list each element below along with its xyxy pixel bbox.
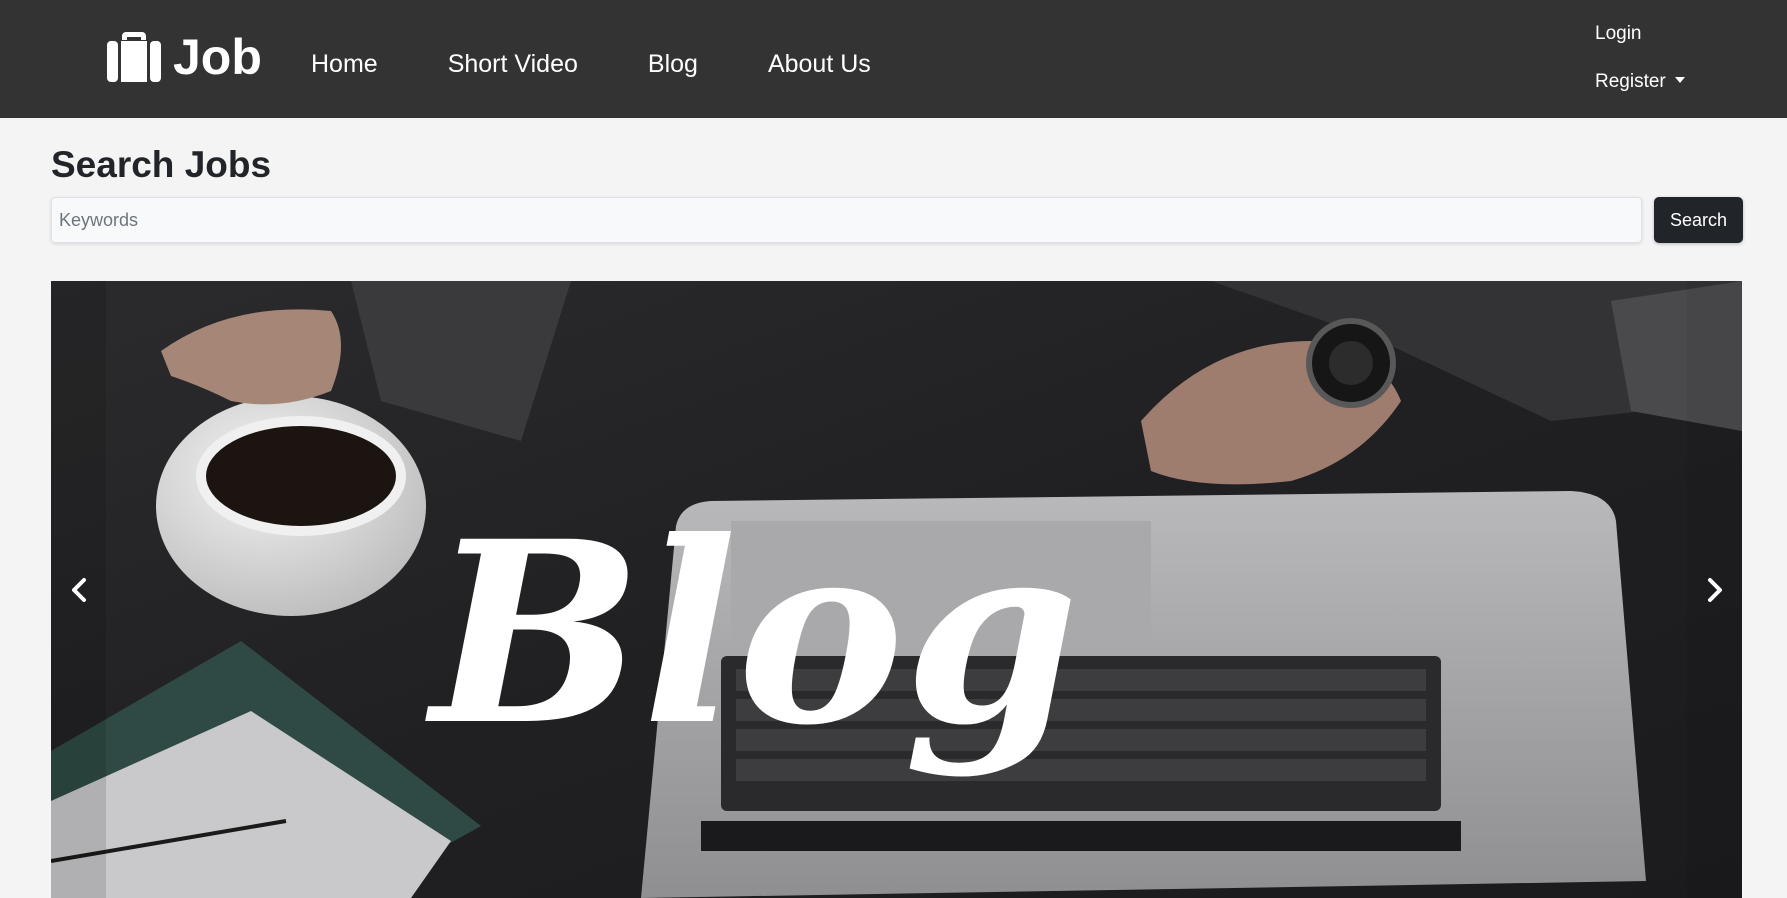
chevron-left-icon (71, 577, 86, 602)
nav-link-blog[interactable]: Blog (648, 46, 698, 82)
svg-text:Blog: Blog (425, 486, 1079, 780)
search-form: Search (51, 197, 1743, 243)
page-title: Search Jobs (51, 144, 272, 185)
chevron-right-icon (1707, 577, 1722, 602)
login-link[interactable]: Login (1595, 20, 1685, 48)
carousel-next-button[interactable] (1687, 281, 1742, 898)
nav-link-home[interactable]: Home (311, 46, 378, 82)
main-nav: Home Short Video Blog About Us (311, 46, 871, 82)
auth-menu: Login Register (1595, 20, 1685, 96)
nav-link-short-video[interactable]: Short Video (448, 46, 578, 82)
search-button[interactable]: Search (1654, 197, 1743, 243)
hero-slide-image: Blog (51, 281, 1742, 898)
hero-carousel: Blog (51, 281, 1742, 898)
search-input[interactable] (51, 197, 1642, 243)
briefcase-icon (107, 32, 161, 82)
top-navbar: Job Home Short Video Blog About Us Login… (0, 0, 1787, 118)
carousel-prev-button[interactable] (51, 281, 106, 898)
caret-down-icon (1674, 77, 1685, 83)
brand-logo-link[interactable]: Job (107, 30, 262, 84)
brand-name: Job (173, 29, 262, 85)
register-label: Register (1595, 71, 1666, 92)
register-dropdown-toggle[interactable]: Register (1595, 68, 1685, 96)
nav-link-about-us[interactable]: About Us (768, 46, 871, 82)
